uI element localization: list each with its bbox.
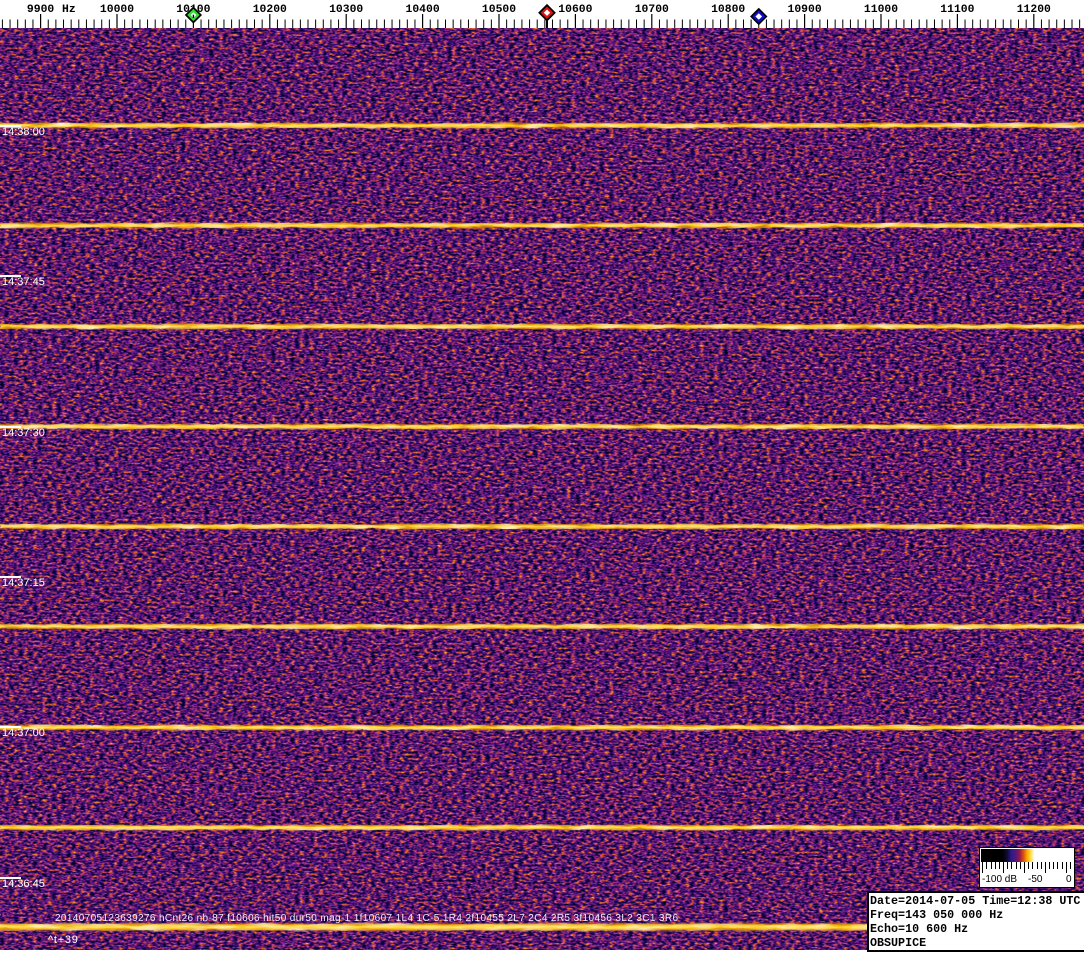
svg-text:10000: 10000 [100,4,134,16]
svg-text:9900: 9900 [27,4,55,16]
svg-text:10400: 10400 [406,4,440,16]
svg-text:10600: 10600 [558,4,592,16]
svg-text:11100: 11100 [940,4,974,16]
svg-text:10900: 10900 [788,4,822,16]
svg-text:11200: 11200 [1017,4,1051,16]
svg-text:Hz: Hz [62,4,76,16]
svg-text:11000: 11000 [864,4,898,16]
svg-text:10500: 10500 [482,4,516,16]
svg-text:10200: 10200 [253,4,287,16]
svg-text:10700: 10700 [635,4,669,16]
svg-text:10800: 10800 [711,4,745,16]
svg-text:10300: 10300 [329,4,363,16]
